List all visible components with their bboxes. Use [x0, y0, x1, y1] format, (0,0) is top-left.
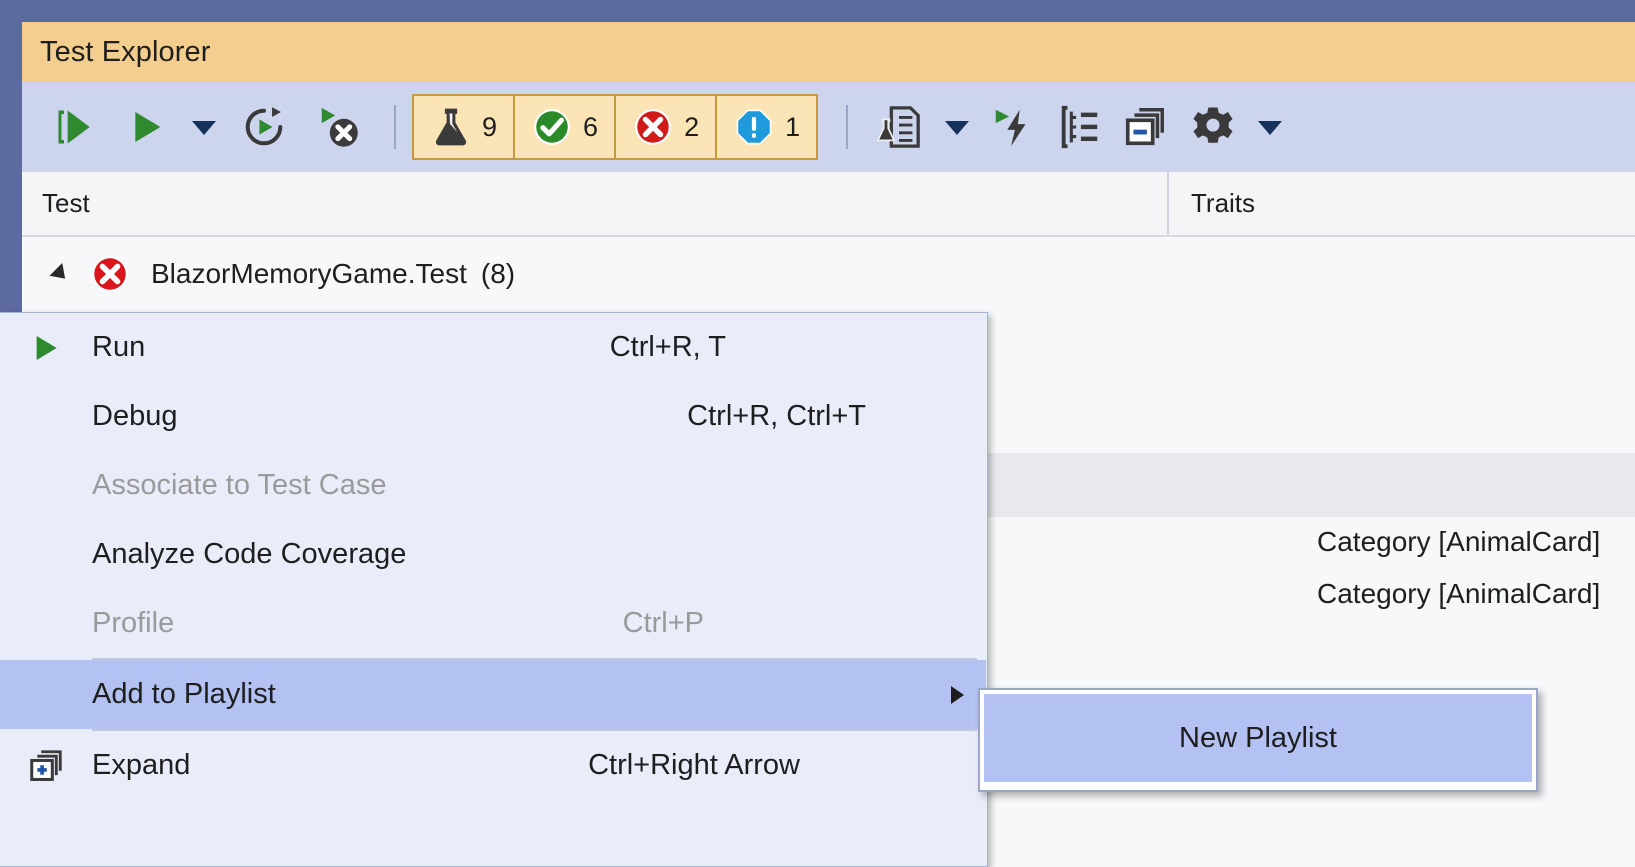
menu-item-run-icon-slot	[0, 332, 92, 364]
chevron-down-icon	[945, 121, 970, 135]
menu-item-profile[interactable]: Profile Ctrl+P	[0, 589, 986, 658]
not-run-tests-count: 1	[785, 111, 801, 142]
run-icon	[135, 112, 161, 142]
row-traits-value: Category [AnimalCard]	[1317, 578, 1601, 609]
menu-item-expand-icon-slot	[0, 747, 92, 785]
row-test-name: BlazorMemoryGame.Test	[151, 258, 467, 289]
test-counters-group: 9 6 2 1	[412, 94, 819, 160]
row-traits-cell: Category [AnimalCard]	[1167, 578, 1635, 610]
cancel-run-button[interactable]	[300, 95, 378, 159]
gear-icon	[1193, 107, 1233, 143]
stop-run-icon	[321, 107, 358, 147]
group-by-icon	[1061, 105, 1098, 149]
column-header-traits-label: Traits	[1191, 188, 1256, 218]
run-tests-button[interactable]	[114, 95, 180, 159]
expand-windows-icon	[1126, 108, 1165, 146]
menu-item-associate-to-test-case[interactable]: Associate to Test Case	[0, 451, 986, 520]
check-circle-icon	[534, 109, 570, 145]
row-test-count: (8)	[480, 258, 516, 289]
run-icon	[36, 335, 57, 360]
run-all-icon	[58, 110, 90, 144]
tool-window-titlebar: Test Explorer	[22, 22, 1635, 82]
settings-button[interactable]	[1178, 95, 1248, 159]
row-traits-cell: Category [AnimalCard]	[1167, 526, 1635, 558]
menu-item-add-to-playlist[interactable]: Add to Playlist	[0, 660, 986, 729]
error-circle-icon	[92, 256, 128, 292]
error-circle-icon	[635, 109, 671, 145]
settings-dropdown-button[interactable]	[1248, 95, 1292, 159]
total-tests-counter[interactable]: 9	[414, 96, 516, 158]
row-test-cell: BlazorMemoryGame.Test (8)	[22, 253, 1167, 295]
collapse-triangle-icon[interactable]	[49, 263, 72, 285]
menu-item-debug[interactable]: Debug Ctrl+R, Ctrl+T	[0, 382, 986, 451]
not-run-tests-counter[interactable]: 1	[717, 96, 816, 158]
menu-item-profile-label: Profile	[92, 607, 175, 639]
column-header-test-label: Test	[42, 188, 90, 218]
repeat-last-run-button[interactable]	[228, 95, 300, 159]
run-lightning-icon	[995, 109, 1026, 147]
flask-icon	[435, 108, 467, 146]
group-by-button[interactable]	[1046, 95, 1112, 159]
menu-item-analyze-code-coverage[interactable]: Analyze Code Coverage	[0, 520, 986, 589]
toolbar-separator-1	[394, 105, 396, 149]
screenshot-root: Test Explorer 9 6 2 1 Test Traits Blazor…	[0, 0, 1635, 867]
menu-item-expand-label: Expand	[92, 749, 191, 781]
menu-item-profile-shortcut: Ctrl+P	[622, 607, 704, 639]
run-until-failure-button[interactable]	[980, 95, 1046, 159]
test-explorer-toolbar: 9 6 2 1	[22, 82, 1635, 172]
column-header-traits[interactable]: Traits	[1167, 172, 1635, 235]
failed-tests-counter[interactable]: 2	[616, 96, 718, 158]
menu-item-analyze-code-coverage-label: Analyze Code Coverage	[92, 538, 407, 570]
context-menu: Run Ctrl+R, T Debug Ctrl+R, Ctrl+T Assoc…	[0, 312, 988, 867]
submenu-arrow-icon	[951, 685, 964, 704]
menu-item-add-to-playlist-label: Add to Playlist	[92, 678, 276, 710]
menu-item-expand[interactable]: Expand Ctrl+Right Arrow	[0, 731, 986, 800]
test-detail-summary-button[interactable]	[864, 95, 934, 159]
passed-tests-counter[interactable]: 6	[515, 96, 617, 158]
table-row[interactable]: BlazorMemoryGame.Test (8)	[22, 239, 1635, 309]
chevron-down-icon	[192, 121, 216, 135]
add-to-playlist-submenu: New Playlist	[978, 688, 1538, 792]
passed-tests-count: 6	[583, 111, 599, 142]
page-title: Test Explorer	[40, 35, 211, 68]
column-header-test[interactable]: Test	[22, 172, 1167, 235]
row-traits-value: Category [AnimalCard]	[1317, 526, 1601, 557]
failed-tests-count: 2	[684, 111, 700, 142]
repeat-run-icon	[245, 107, 283, 146]
grid-column-headers: Test Traits	[22, 172, 1635, 237]
expand-windows-icon	[30, 749, 62, 781]
menu-item-debug-shortcut: Ctrl+R, Ctrl+T	[687, 400, 866, 432]
menu-item-associate-to-test-case-label: Associate to Test Case	[92, 469, 387, 501]
menu-item-debug-label: Debug	[92, 400, 178, 432]
expand-collapse-all-button[interactable]	[1112, 95, 1178, 159]
chevron-down-icon	[1258, 121, 1283, 135]
menu-item-run-label: Run	[92, 331, 146, 363]
submenu-item-new-playlist-label: New Playlist	[1179, 721, 1337, 754]
submenu-item-new-playlist[interactable]: New Playlist	[984, 694, 1532, 782]
warning-octagon-icon	[736, 109, 772, 145]
test-document-icon	[876, 106, 920, 148]
run-dropdown-button[interactable]	[180, 95, 228, 159]
test-detail-dropdown-button[interactable]	[934, 95, 980, 159]
menu-item-expand-shortcut: Ctrl+Right Arrow	[588, 749, 800, 781]
menu-item-run[interactable]: Run Ctrl+R, T	[0, 313, 986, 382]
total-tests-count: 9	[482, 111, 498, 142]
toolbar-separator-2	[846, 105, 849, 149]
run-all-tests-button[interactable]	[36, 95, 114, 159]
menu-item-run-shortcut: Ctrl+R, T	[609, 331, 726, 363]
